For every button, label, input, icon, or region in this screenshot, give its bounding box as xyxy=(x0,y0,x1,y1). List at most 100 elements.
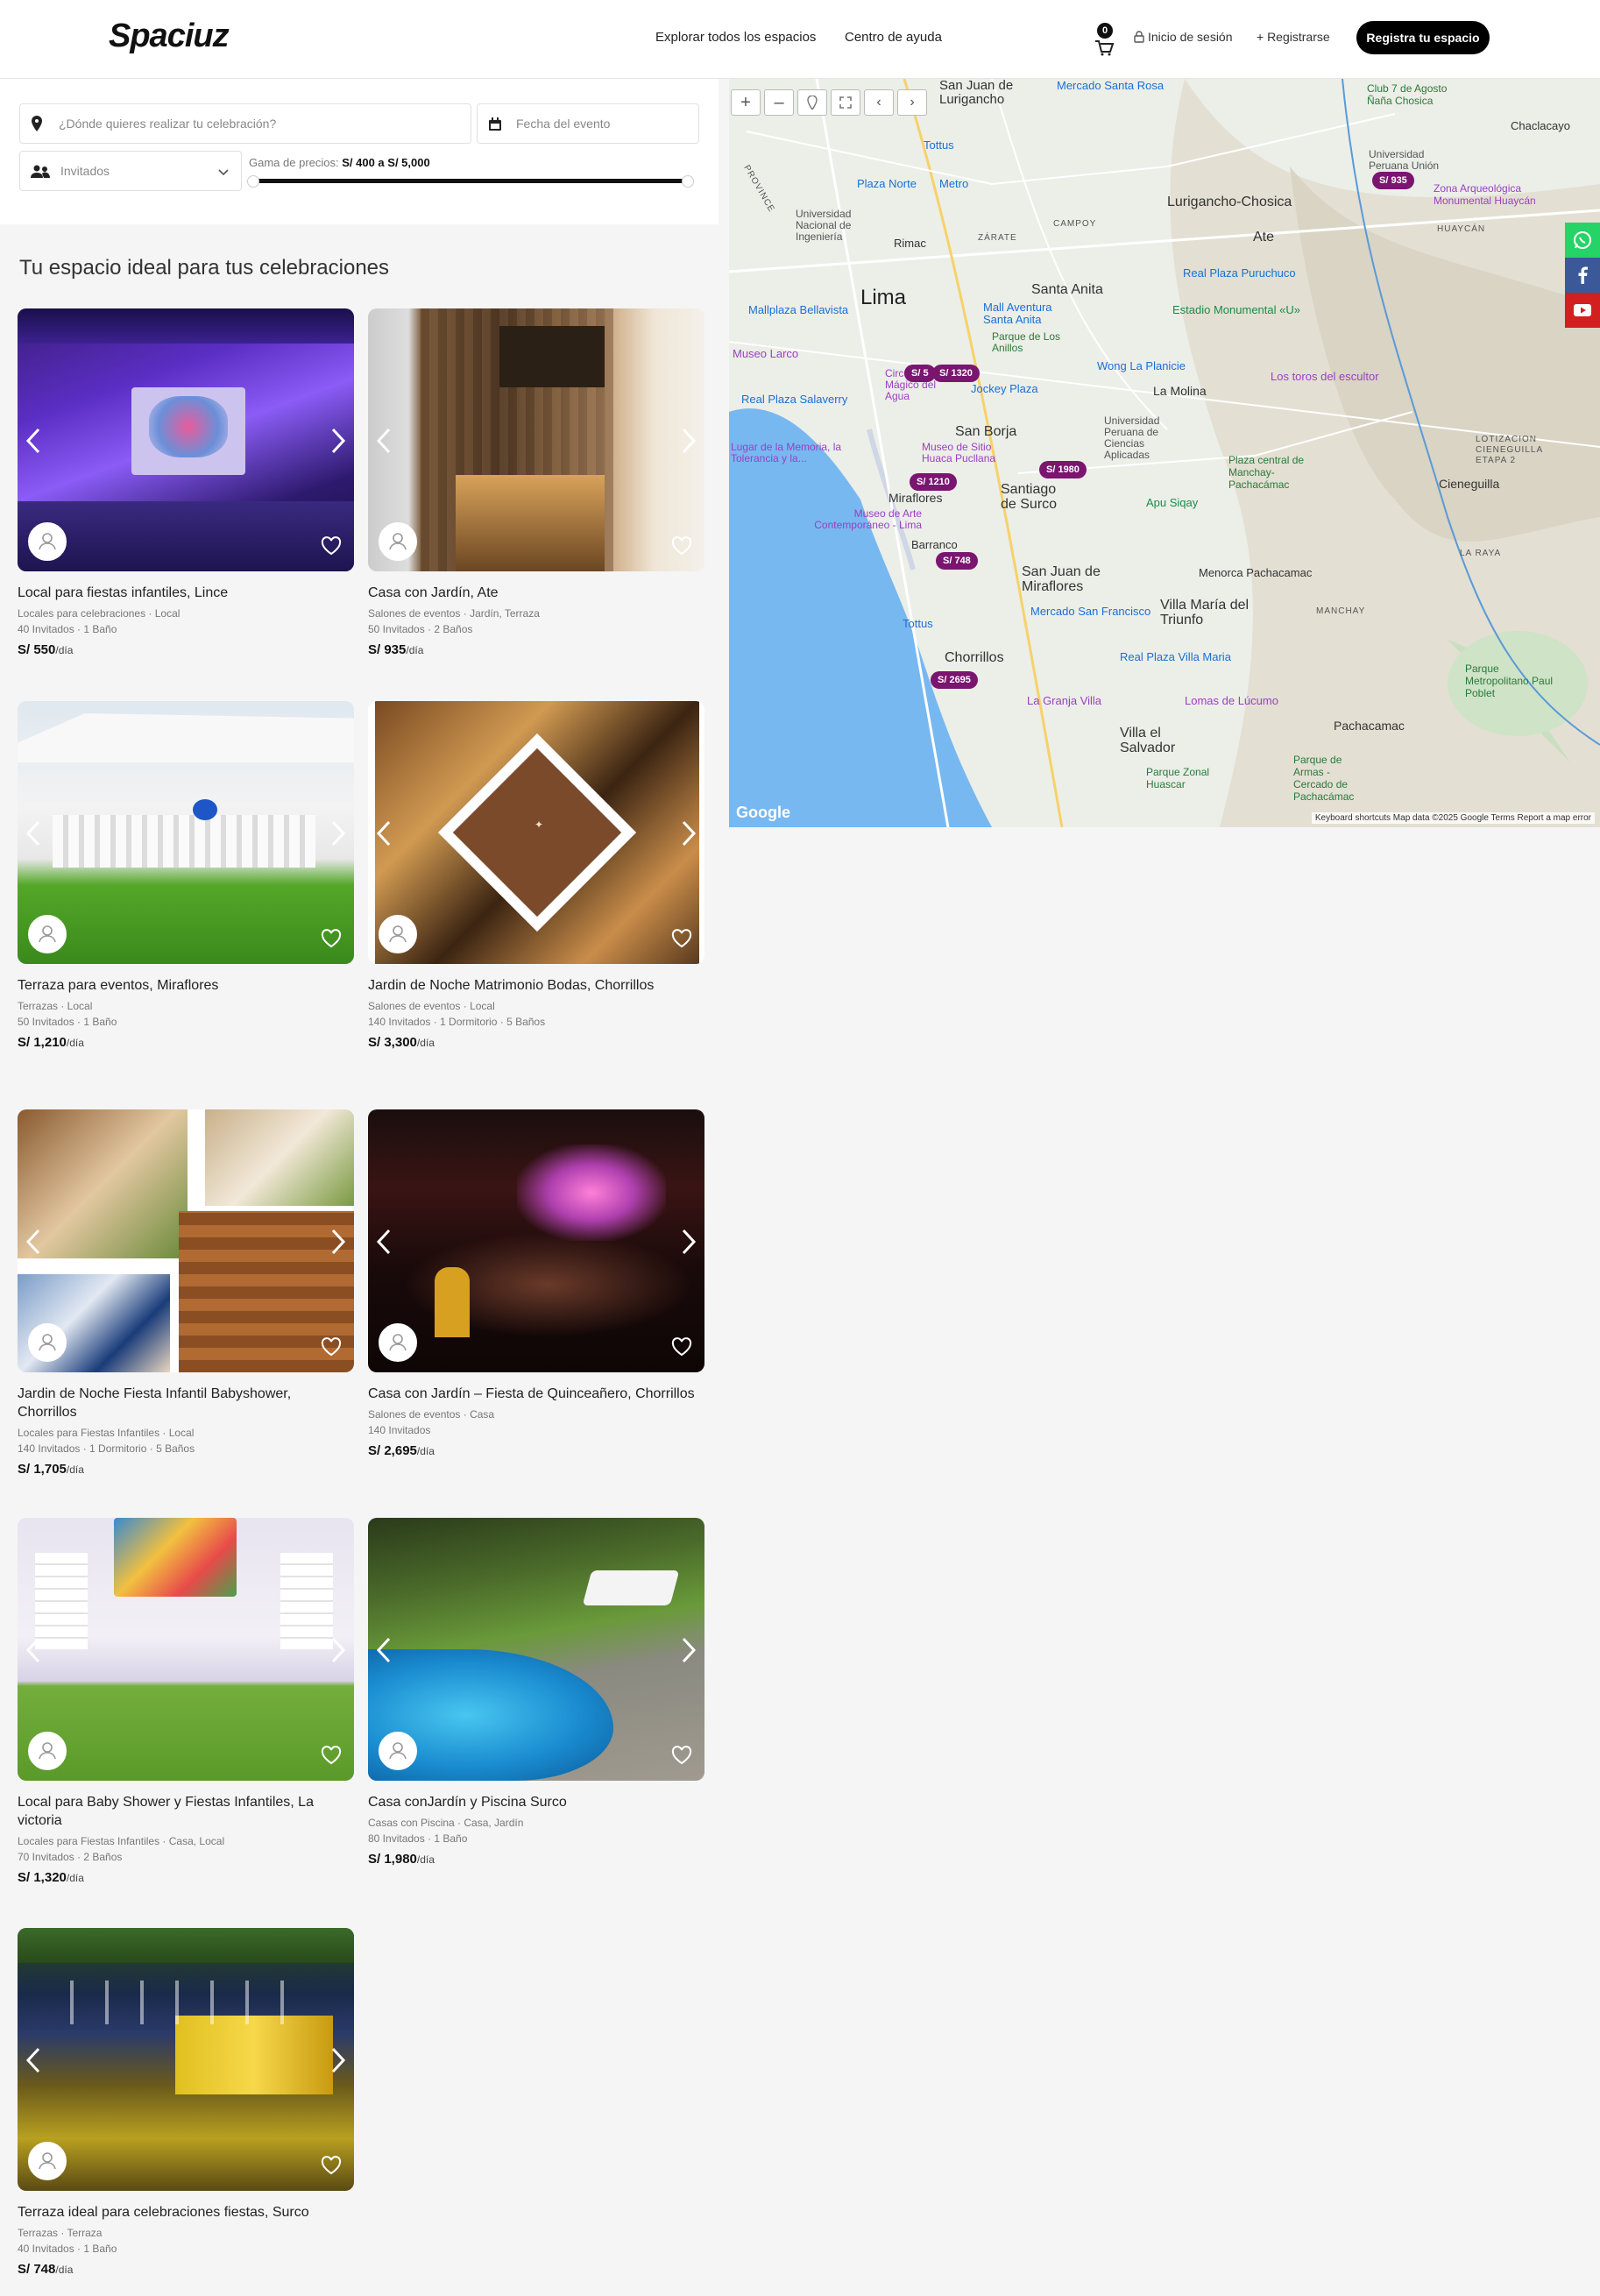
whatsapp-button[interactable] xyxy=(1565,223,1600,258)
map-poi-mac[interactable]: Museo de Arte Contemporáneo - Lima xyxy=(799,508,922,531)
host-avatar[interactable] xyxy=(28,1732,67,1770)
map-prev-button[interactable]: ‹ xyxy=(864,89,894,116)
listing-title[interactable]: Local para Baby Shower y Fiestas Infanti… xyxy=(18,1793,354,1830)
listing-card[interactable]: Terraza para eventos, Miraflores Terraza… xyxy=(18,701,354,1050)
map-poi-mercado-rosa[interactable]: Mercado Santa Rosa xyxy=(1057,79,1164,92)
host-avatar[interactable] xyxy=(379,1732,417,1770)
map-next-button[interactable]: › xyxy=(897,89,927,116)
facebook-button[interactable] xyxy=(1565,258,1600,293)
map-poi-granja[interactable]: La Granja Villa xyxy=(1027,694,1101,707)
map-poi-mercado-sf[interactable]: Mercado San Francisco xyxy=(1030,605,1150,618)
map-poi-bellavista[interactable]: Mallplaza Bellavista xyxy=(748,303,848,316)
listing-card[interactable]: Terraza ideal para celebraciones fiestas… xyxy=(18,1928,354,2277)
map-poi-wong[interactable]: Wong La Planicie xyxy=(1097,359,1186,372)
nav-help-link[interactable]: Centro de ayuda xyxy=(845,30,942,45)
listing-title[interactable]: Casa con Jardín – Fiesta de Quinceañero,… xyxy=(368,1385,704,1403)
map-price-pin[interactable]: S/ 1320 xyxy=(932,365,980,382)
carousel-next-button[interactable] xyxy=(678,1637,697,1663)
map-poi-puruchuco[interactable]: Real Plaza Puruchuco xyxy=(1183,266,1296,280)
map-poi-parque-metro[interactable]: Parque Metropolitano Paul Poblet xyxy=(1465,663,1561,699)
map-poi-toros[interactable]: Los toros del escultor xyxy=(1271,370,1379,383)
zoom-out-button[interactable]: – xyxy=(764,89,794,116)
listing-photo[interactable] xyxy=(18,701,354,964)
locate-button[interactable] xyxy=(797,89,827,116)
map-poi-menorca[interactable]: Menorca Pachacamac xyxy=(1199,566,1312,579)
favorite-button[interactable] xyxy=(321,536,342,556)
listing-card[interactable]: Casa con Jardín, Ate Salones de eventos … xyxy=(368,308,704,657)
register-link[interactable]: + Registrarse xyxy=(1257,30,1330,44)
location-input[interactable]: ¿Dónde quieres realizar tu celebración? xyxy=(19,103,471,144)
listing-title[interactable]: Jardin de Noche Fiesta Infantil Babyshow… xyxy=(18,1385,354,1421)
map-poi-lomas[interactable]: Lomas de Lúcumo xyxy=(1185,694,1278,707)
host-avatar[interactable] xyxy=(28,2142,67,2180)
map-poi-plaza-norte[interactable]: Plaza Norte xyxy=(857,177,917,190)
listing-photo[interactable] xyxy=(18,1518,354,1781)
map-poi-rp-vmaria[interactable]: Real Plaza Villa Maria xyxy=(1120,650,1231,663)
date-input[interactable]: Fecha del evento xyxy=(477,103,699,144)
carousel-prev-button[interactable] xyxy=(375,1637,394,1663)
listing-card[interactable]: Jardin de Noche Fiesta Infantil Babyshow… xyxy=(18,1109,354,1477)
map-poi-pucllana[interactable]: Museo de Sitio Huaca Pucllana xyxy=(922,442,1018,464)
carousel-prev-button[interactable] xyxy=(375,1229,394,1255)
map-poi-parque-armas[interactable]: Parque de Armas - Cercado de Pachacámac xyxy=(1293,754,1372,803)
map-price-pin[interactable]: S/ 748 xyxy=(936,552,978,570)
favorite-button[interactable] xyxy=(321,1337,342,1357)
map-poi-parque-zonal[interactable]: Parque Zonal Huascar xyxy=(1146,766,1225,790)
carousel-prev-button[interactable] xyxy=(25,1637,44,1663)
map-poi-apu[interactable]: Apu Siqay xyxy=(1146,496,1198,509)
price-max-handle[interactable] xyxy=(682,175,694,188)
favorite-button[interactable] xyxy=(321,929,342,948)
guests-select[interactable]: Invitados xyxy=(19,151,242,191)
map-poi-univ-union[interactable]: Universidad Peruana Unión xyxy=(1369,149,1456,172)
map-price-pin[interactable]: S/ 935 xyxy=(1372,172,1414,189)
map-poi-club7[interactable]: Club 7 de Agosto Ñaña Chosica xyxy=(1367,82,1472,107)
favorite-button[interactable] xyxy=(321,2156,342,2175)
listing-title[interactable]: Terraza ideal para celebraciones fiestas… xyxy=(18,2203,354,2222)
price-range-slider[interactable] xyxy=(251,179,683,183)
carousel-prev-button[interactable] xyxy=(375,428,394,454)
listing-card[interactable]: Local para Baby Shower y Fiestas Infanti… xyxy=(18,1518,354,1885)
map-poi-larco[interactable]: Museo Larco xyxy=(733,347,798,360)
login-link[interactable]: Inicio de sesión xyxy=(1134,30,1233,44)
map-poi-tottus-2[interactable]: Tottus xyxy=(903,617,933,630)
map-poi-zona-arq[interactable]: Zona Arqueológica Monumental Huaycán xyxy=(1434,182,1565,207)
favorite-button[interactable] xyxy=(671,929,692,948)
host-avatar[interactable] xyxy=(379,522,417,561)
map-poi-memoria[interactable]: Lugar de la Memoria, la Tolerancia y la.… xyxy=(731,442,853,464)
logo[interactable]: Spaciuz xyxy=(109,18,230,55)
price-min-handle[interactable] xyxy=(247,175,259,188)
register-space-button[interactable]: Registra tu espacio xyxy=(1356,21,1490,54)
listing-photo[interactable] xyxy=(18,1109,354,1372)
listing-title[interactable]: Casa conJardín y Piscina Surco xyxy=(368,1793,704,1811)
carousel-prev-button[interactable] xyxy=(25,1229,44,1255)
listing-title[interactable]: Casa con Jardín, Ate xyxy=(368,584,704,602)
listing-card[interactable]: Local para fiestas infantiles, Lince Loc… xyxy=(18,308,354,657)
map[interactable]: + – ‹ › Lima San Juan de Lurigancho Sant… xyxy=(729,79,1600,827)
map-footer[interactable]: Keyboard shortcuts Map data ©2025 Google… xyxy=(1311,812,1595,824)
carousel-next-button[interactable] xyxy=(678,820,697,847)
favorite-button[interactable] xyxy=(321,1746,342,1765)
map-price-pin[interactable]: S/ 1980 xyxy=(1039,461,1087,478)
carousel-next-button[interactable] xyxy=(678,1229,697,1255)
map-poi-mall-aventura[interactable]: Mall Aventura Santa Anita xyxy=(983,301,1071,326)
favorite-button[interactable] xyxy=(671,1746,692,1765)
host-avatar[interactable] xyxy=(28,522,67,561)
host-avatar[interactable] xyxy=(28,915,67,953)
listing-card[interactable]: Casa con Jardín – Fiesta de Quinceañero,… xyxy=(368,1109,704,1458)
listing-photo[interactable]: ✦ xyxy=(368,701,704,964)
carousel-prev-button[interactable] xyxy=(25,2047,44,2073)
listing-title[interactable]: Terraza para eventos, Miraflores xyxy=(18,976,354,995)
map-poi-upc[interactable]: Universidad Peruana de Ciencias Aplicada… xyxy=(1104,415,1183,461)
listing-photo[interactable] xyxy=(18,308,354,571)
carousel-next-button[interactable] xyxy=(328,428,347,454)
carousel-next-button[interactable] xyxy=(328,820,347,847)
listing-title[interactable]: Jardin de Noche Matrimonio Bodas, Chorri… xyxy=(368,976,704,995)
zoom-in-button[interactable]: + xyxy=(731,89,761,116)
host-avatar[interactable] xyxy=(379,915,417,953)
carousel-next-button[interactable] xyxy=(328,2047,347,2073)
map-price-pin[interactable]: S/ 2695 xyxy=(931,671,978,689)
listing-photo[interactable] xyxy=(368,1518,704,1781)
nav-explore-link[interactable]: Explorar todos los espacios xyxy=(655,30,816,45)
carousel-next-button[interactable] xyxy=(678,428,697,454)
map-poi-metro[interactable]: Metro xyxy=(939,177,968,190)
